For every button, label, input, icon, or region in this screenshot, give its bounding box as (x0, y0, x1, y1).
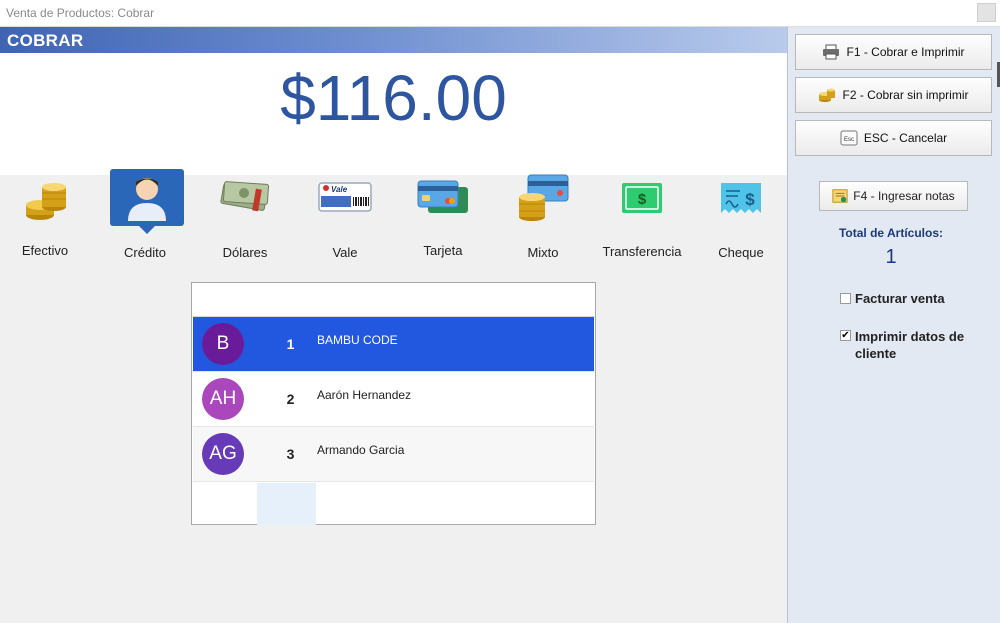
avatar: B (202, 323, 244, 365)
payment-method-label: Mixto (527, 245, 559, 260)
table-row[interactable]: AH 2 Aarón Hernandez (193, 372, 594, 427)
close-window-button[interactable] (977, 3, 996, 22)
payment-method-label: Transferencia (602, 244, 682, 259)
cancel-button[interactable]: Esc ESC - Cancelar (795, 120, 992, 156)
new-row-placeholder (257, 483, 316, 525)
main-panel: COBRAR $116.00 Efectivo Crédito Dólares … (0, 27, 787, 623)
person-icon (128, 178, 166, 221)
checkbox-box[interactable]: ✔ (840, 330, 851, 341)
payment-method-label: Cheque (718, 245, 764, 260)
button-label: ESC - Cancelar (863, 131, 948, 145)
total-amount: $116.00 (280, 62, 507, 134)
check-icon: $ (721, 183, 761, 213)
table-row[interactable]: AG 3 Armando Garcia (193, 427, 594, 482)
button-label: F4 - Ingresar notas (853, 189, 955, 203)
payment-method-label: Efectivo (21, 243, 69, 258)
payment-method-cheque[interactable]: $ Cheque (696, 167, 786, 272)
checkbox-box[interactable] (840, 293, 851, 304)
payment-method-label: Dólares (222, 245, 268, 260)
invoice-checkbox[interactable]: Facturar venta (840, 291, 945, 306)
client-name: Aarón Hernandez (317, 388, 412, 402)
esc-key-icon: Esc (840, 130, 858, 146)
transfer-icon: $ (622, 183, 662, 213)
esc-key-text: Esc (844, 137, 854, 143)
coins-icon (819, 88, 836, 102)
window-title: Venta de Productos: Cobrar (6, 6, 155, 20)
add-notes-button[interactable]: F4 - Ingresar notas (819, 181, 968, 211)
payment-methods: Efectivo Crédito Dólares Vale Vale Tarje… (0, 167, 787, 277)
total-items-value: 1 (885, 246, 897, 268)
dollar-bills-icon (220, 181, 270, 212)
payment-method-efectivo[interactable]: Efectivo (0, 167, 90, 272)
voucher-icon: Vale (318, 182, 372, 212)
printer-icon (823, 44, 840, 60)
header-bar: COBRAR (0, 27, 787, 53)
page-title: COBRAR (7, 31, 84, 50)
side-panel: F1 - Cobrar e Imprimir F2 - Cobrar sin i… (787, 27, 1000, 623)
payment-method-label: Crédito (124, 245, 166, 260)
client-name: Armando Garcia (317, 443, 405, 457)
payment-method-transferencia[interactable]: $ Transferencia (596, 167, 688, 272)
selection-arrow (138, 225, 156, 234)
total-items-label: Total de Artículos: (838, 226, 943, 240)
notes-icon (832, 189, 848, 203)
client-name: BAMBU CODE (317, 333, 398, 347)
voucher-icon-text: Vale (331, 185, 348, 194)
charge-no-print-button[interactable]: F2 - Cobrar sin imprimir (795, 77, 992, 113)
checkbox-label: Facturar venta (855, 291, 945, 306)
charge-and-print-button[interactable]: F1 - Cobrar e Imprimir (795, 34, 992, 70)
payment-method-label: Tarjeta (423, 243, 463, 258)
coins-icon (26, 183, 66, 220)
client-number: 2 (286, 391, 295, 407)
client-list-panel: B 1 BAMBU CODE AH 2 Aarón Hernandez AG 3… (191, 282, 596, 525)
payment-method-vale[interactable]: Vale Vale (300, 167, 390, 272)
payment-method-credito[interactable]: Crédito (90, 167, 184, 272)
mixed-payment-icon (519, 174, 569, 221)
client-search-input[interactable] (192, 283, 595, 317)
payment-method-label: Vale (332, 245, 358, 260)
checkbox-label: Imprimir datos de cliente (855, 329, 965, 361)
avatar: AG (202, 433, 244, 475)
check-icon-text: $ (745, 190, 755, 209)
client-number: 3 (286, 446, 295, 462)
client-number: 1 (286, 336, 295, 352)
window-titlebar: Venta de Productos: Cobrar (0, 0, 1000, 27)
button-label: F2 - Cobrar sin imprimir (842, 88, 969, 102)
button-label: F1 - Cobrar e Imprimir (846, 45, 965, 59)
payment-method-tarjeta[interactable]: Tarjeta (398, 167, 488, 272)
payment-method-mixto[interactable]: Mixto (498, 167, 588, 272)
payment-method-dolares[interactable]: Dólares (200, 167, 290, 272)
table-row[interactable]: B 1 BAMBU CODE (193, 317, 594, 372)
transfer-icon-text: $ (638, 191, 647, 208)
print-client-checkbox[interactable]: ✔ Imprimir datos de cliente (840, 328, 970, 362)
credit-card-icon (417, 180, 468, 213)
avatar: AH (202, 378, 244, 420)
